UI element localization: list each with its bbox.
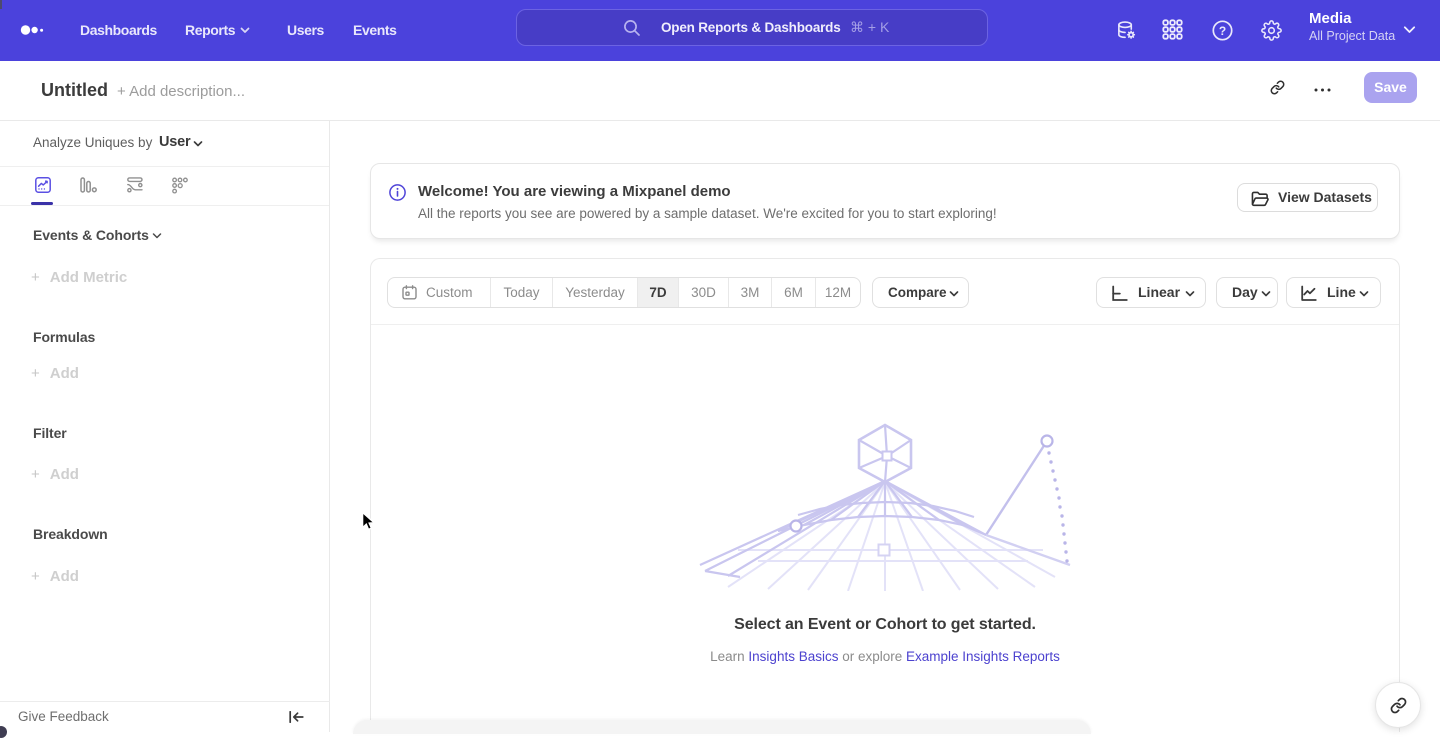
svg-text:?: ? [1219,24,1226,38]
